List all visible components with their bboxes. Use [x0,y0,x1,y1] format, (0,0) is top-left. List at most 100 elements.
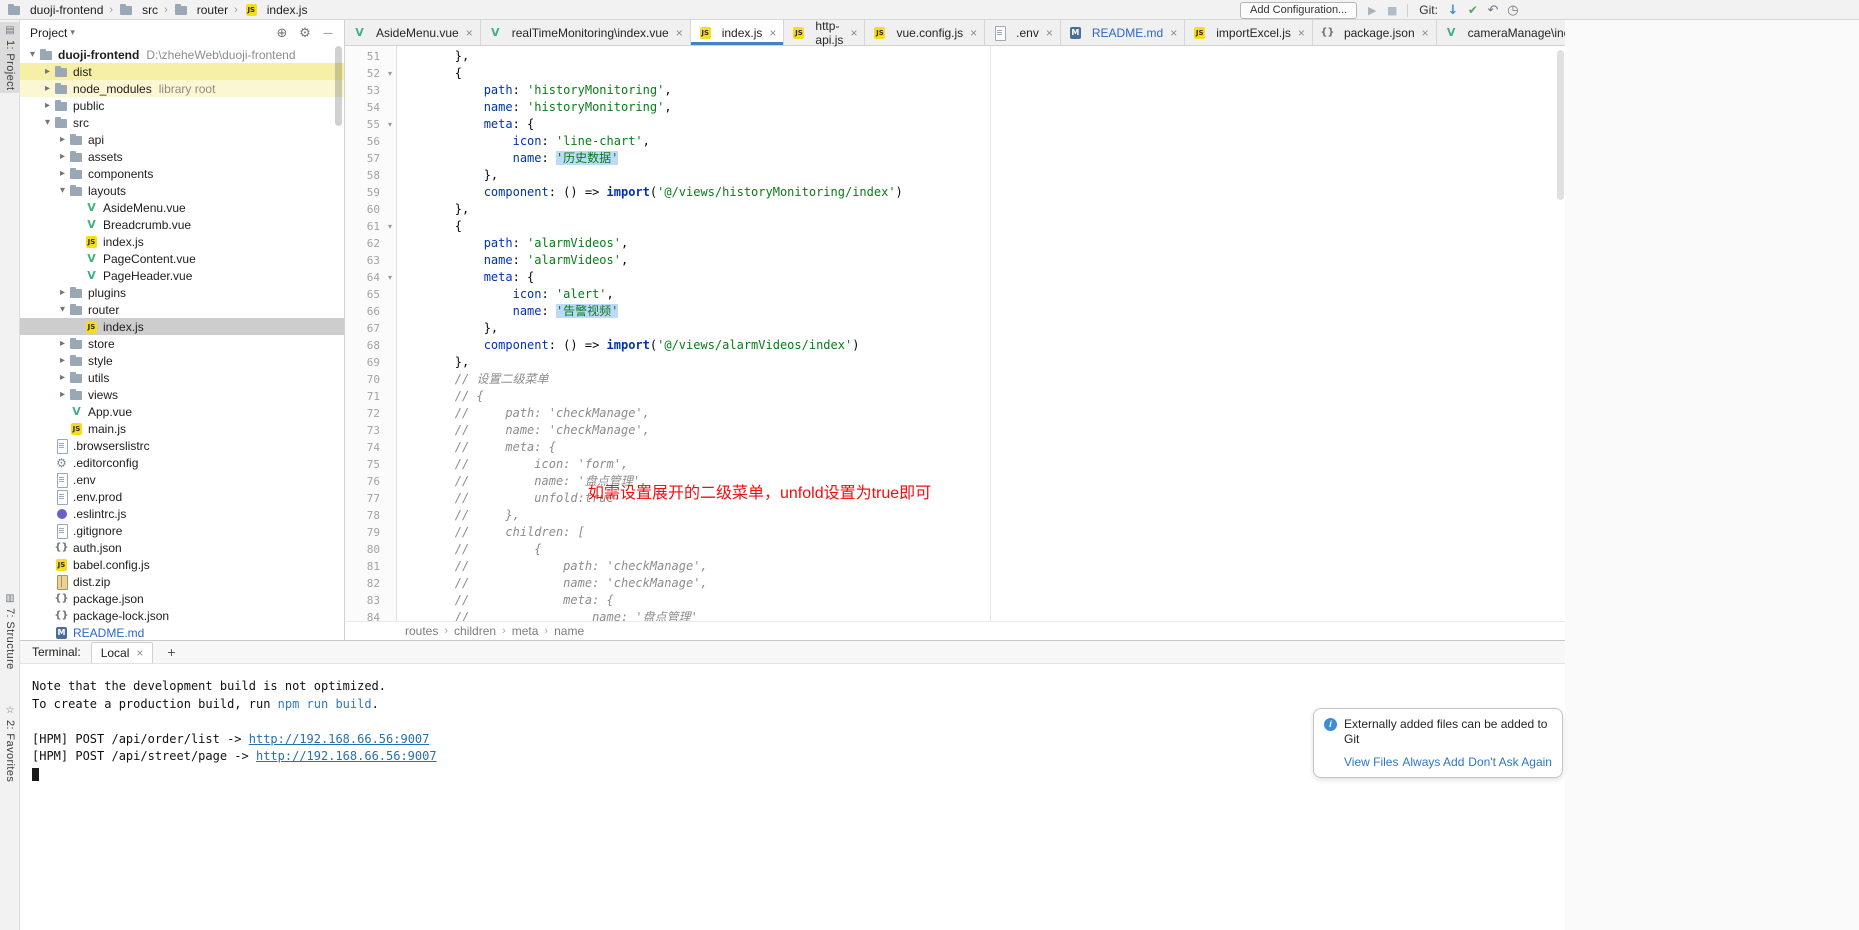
close-icon[interactable]: × [1046,26,1053,40]
view-files-link[interactable]: View Files [1344,755,1398,769]
tree-item-app.vue[interactable]: App.vue [20,403,344,420]
tool-stripe-project-button[interactable]: ▤ 1: Project [0,22,20,93]
close-icon[interactable]: × [850,26,857,40]
tree-item-duoji-frontend[interactable]: ▾duoji-frontendD:\zheheWeb\duoji-fronten… [20,46,344,63]
fold-icon[interactable]: ▾ [384,218,396,235]
editor-tab-importexcel.js[interactable]: importExcel.js× [1185,20,1313,45]
breadcrumb-item[interactable]: meta [512,624,539,638]
tree-item-babel.config.js[interactable]: babel.config.js [20,556,344,573]
close-icon[interactable]: × [1170,26,1177,40]
chevron-expanded-icon[interactable]: ▾ [41,117,54,128]
tree-item-auth.json[interactable]: auth.json [20,539,344,556]
tree-item-layouts[interactable]: ▾layouts [20,182,344,199]
git-commit-icon[interactable] [1465,2,1481,18]
git-rollback-icon[interactable] [1485,2,1501,18]
editor-tab-index.js[interactable]: index.js× [691,20,785,45]
tree-item-index.js[interactable]: index.js [20,318,344,335]
tree-item-.browserslistrc[interactable]: .browserslistrc [20,437,344,454]
tree-item-package-lock.json[interactable]: package-lock.json [20,607,344,624]
breadcrumb-item[interactable]: name [554,624,584,638]
chevron-expanded-icon[interactable]: ▾ [56,304,69,315]
tree-item-node_modules[interactable]: ▸node_moduleslibrary root [20,80,344,97]
tree-item-store[interactable]: ▸store [20,335,344,352]
editor-tab-vue.config.js[interactable]: vue.config.js× [865,20,985,45]
tool-stripe-favorites-button[interactable]: ☆ 2: Favorites [0,702,20,785]
tree-item-pageheader.vue[interactable]: PageHeader.vue [20,267,344,284]
dont-ask-again-link[interactable]: Don't Ask Again [1468,755,1552,769]
chevron-collapsed-icon[interactable]: ▸ [56,134,69,145]
chevron-collapsed-icon[interactable]: ▸ [41,83,54,94]
tool-stripe-structure-button[interactable]: ▥ 7: Structure [0,590,20,673]
tree-item-dist.zip[interactable]: dist.zip [20,573,344,590]
tree-item-assets[interactable]: ▸assets [20,148,344,165]
tree-item-readme.md[interactable]: README.md [20,624,344,640]
breadcrumb-item[interactable]: children [454,624,496,638]
chevron-collapsed-icon[interactable]: ▸ [41,66,54,77]
tree-item-.env.prod[interactable]: .env.prod [20,488,344,505]
run-icon[interactable] [1364,2,1380,18]
add-configuration-button[interactable]: Add Configuration... [1240,2,1357,19]
tree-item-plugins[interactable]: ▸plugins [20,284,344,301]
chevron-collapsed-icon[interactable]: ▸ [56,355,69,366]
git-update-icon[interactable] [1445,2,1461,18]
chevron-collapsed-icon[interactable]: ▸ [56,287,69,298]
editor-code-area[interactable]: 5152▾535455▾565758596061▾626364▾65666768… [345,46,1565,621]
tree-item-asidemenu.vue[interactable]: AsideMenu.vue [20,199,344,216]
editor-scrollbar[interactable] [1557,50,1564,200]
terminal-tab-local[interactable]: Local × [91,642,154,663]
tree-item-.env[interactable]: .env [20,471,344,488]
tree-item-main.js[interactable]: main.js [20,420,344,437]
terminal-cursor[interactable] [32,768,39,781]
tree-item-dist[interactable]: ▸dist [20,63,344,80]
stop-icon[interactable] [1384,2,1400,18]
fold-icon[interactable]: ▾ [384,269,396,286]
close-icon[interactable]: × [676,26,683,40]
editor-tab-package.json[interactable]: package.json× [1313,20,1437,45]
settings-gear-icon[interactable] [297,25,313,41]
project-tree-scrollbar[interactable] [335,46,342,126]
close-icon[interactable]: × [769,26,776,40]
chevron-expanded-icon[interactable]: ▾ [26,49,39,60]
tree-item-.editorconfig[interactable]: .editorconfig [20,454,344,471]
tree-item-api[interactable]: ▸api [20,131,344,148]
chevron-collapsed-icon[interactable]: ▸ [56,151,69,162]
editor-tab-.env[interactable]: .env× [985,20,1061,45]
tree-item-breadcrumb.vue[interactable]: Breadcrumb.vue [20,216,344,233]
terminal-link[interactable]: http://192.168.66.56:9007 [256,749,437,763]
new-terminal-session-icon[interactable]: + [163,644,179,660]
top-breadcrumb-item[interactable]: src [117,3,160,17]
terminal-link[interactable]: http://192.168.66.56:9007 [249,732,430,746]
fold-icon[interactable]: ▾ [384,65,396,82]
always-add-link[interactable]: Always Add [1402,755,1464,769]
tree-item-views[interactable]: ▸views [20,386,344,403]
breadcrumb-item[interactable]: routes [405,624,438,638]
project-panel-title[interactable]: Project [30,26,67,40]
hide-panel-icon[interactable] [320,25,336,41]
tree-item-style[interactable]: ▸style [20,352,344,369]
chevron-collapsed-icon[interactable]: ▸ [41,100,54,111]
chevron-collapsed-icon[interactable]: ▸ [56,372,69,383]
close-icon[interactable]: × [136,646,143,660]
locate-file-icon[interactable] [274,25,290,41]
close-icon[interactable]: × [1298,26,1305,40]
tree-item-index.js[interactable]: index.js [20,233,344,250]
editor-code[interactable]: }, { path: 'historyMonitoring', name: 'h… [397,46,1565,621]
tree-item-utils[interactable]: ▸utils [20,369,344,386]
close-icon[interactable]: × [466,26,473,40]
chevron-collapsed-icon[interactable]: ▸ [56,168,69,179]
tree-item-components[interactable]: ▸components [20,165,344,182]
tree-item-pagecontent.vue[interactable]: PageContent.vue [20,250,344,267]
tree-item-src[interactable]: ▾src [20,114,344,131]
chevron-collapsed-icon[interactable]: ▸ [56,338,69,349]
editor-tab-asidemenu.vue[interactable]: AsideMenu.vue× [345,20,481,45]
top-breadcrumb-item[interactable]: index.js [242,3,310,17]
tree-item-.eslintrc.js[interactable]: .eslintrc.js [20,505,344,522]
editor-tab-http-api.js[interactable]: http-api.js× [784,20,865,45]
top-breadcrumb-item[interactable]: router [172,3,230,17]
tree-item-public[interactable]: ▸public [20,97,344,114]
history-icon[interactable] [1505,2,1521,18]
editor-tab-realtimemonitoring\index.vue[interactable]: realTimeMonitoring\index.vue× [481,20,691,45]
chevron-collapsed-icon[interactable]: ▸ [56,389,69,400]
tree-item-router[interactable]: ▾router [20,301,344,318]
top-breadcrumb-item[interactable]: duoji-frontend [5,3,105,17]
